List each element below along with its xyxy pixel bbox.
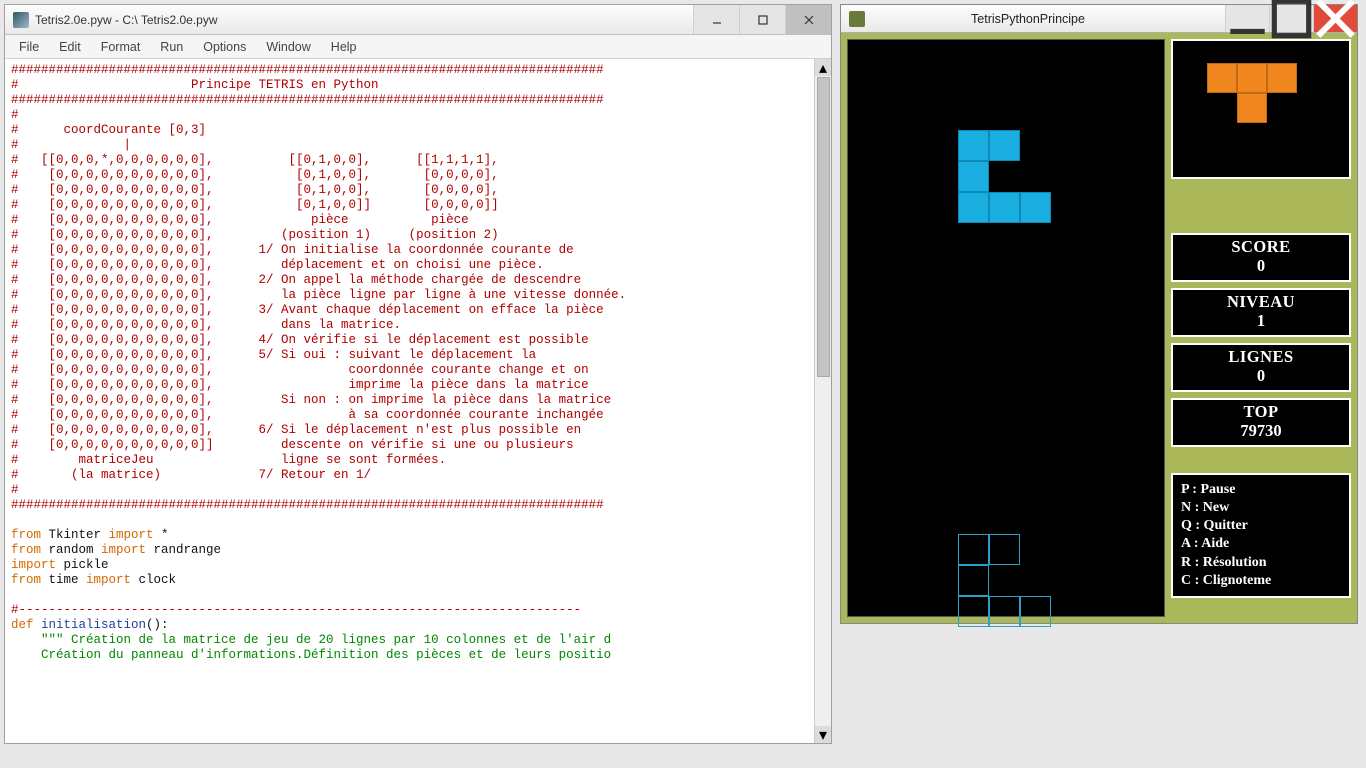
tetris-title: TetrisPythonPrincipe (871, 12, 1225, 26)
idle-editor-window: Tetris2.0e.pyw - C:\ Tetris2.0e.pyw File… (4, 4, 832, 744)
ghost-cell (958, 565, 989, 596)
menu-run[interactable]: Run (150, 37, 193, 57)
score-box: SCORE 0 (1171, 233, 1351, 282)
menu-file[interactable]: File (9, 37, 49, 57)
ghost-cell (989, 596, 1020, 627)
piece-cell (989, 130, 1020, 161)
score-label: SCORE (1173, 238, 1349, 257)
next-piece-cell (1237, 63, 1267, 93)
piece-cell (958, 161, 989, 192)
score-value: 0 (1173, 257, 1349, 276)
niveau-box: NIVEAU 1 (1171, 288, 1351, 337)
menu-edit[interactable]: Edit (49, 37, 91, 57)
top-label: TOP (1173, 403, 1349, 422)
tetris-maximize-button[interactable] (1269, 5, 1313, 32)
next-piece-cell (1237, 93, 1267, 123)
ghost-cell (958, 596, 989, 627)
window-controls (693, 5, 831, 34)
niveau-label: NIVEAU (1173, 293, 1349, 312)
next-piece-cell (1207, 63, 1237, 93)
scroll-down-arrow[interactable]: ▾ (815, 726, 831, 743)
next-piece-cell (1267, 63, 1297, 93)
tetris-window: TetrisPythonPrincipe SCORE 0 NIVEAU 1 LI… (840, 4, 1358, 624)
tk-icon (849, 11, 865, 27)
ghost-cell (958, 534, 989, 565)
piece-cell (989, 192, 1020, 223)
tetris-titlebar[interactable]: TetrisPythonPrincipe (841, 5, 1357, 33)
top-value: 79730 (1173, 422, 1349, 441)
lignes-label: LIGNES (1173, 348, 1349, 367)
menu-format[interactable]: Format (91, 37, 151, 57)
idle-titlebar[interactable]: Tetris2.0e.pyw - C:\ Tetris2.0e.pyw (5, 5, 831, 35)
piece-cell (1020, 192, 1051, 223)
maximize-button[interactable] (739, 5, 785, 34)
minimize-button[interactable] (693, 5, 739, 34)
ghost-cell (1020, 596, 1051, 627)
tetris-window-controls (1225, 5, 1357, 32)
idle-menubar: File Edit Format Run Options Window Help (5, 35, 831, 59)
niveau-value: 1 (1173, 312, 1349, 331)
tetris-minimize-button[interactable] (1225, 5, 1269, 32)
menu-help[interactable]: Help (321, 37, 367, 57)
menu-options[interactable]: Options (193, 37, 256, 57)
tetris-playfield[interactable] (847, 39, 1165, 617)
python-icon (13, 12, 29, 28)
piece-cell (958, 130, 989, 161)
help-box: P : Pause N : New Q : Quitter A : Aide R… (1171, 473, 1351, 598)
ghost-cell (989, 534, 1020, 565)
menu-window[interactable]: Window (256, 37, 320, 57)
tetris-sidebar: SCORE 0 NIVEAU 1 LIGNES 0 TOP 79730 P : … (1171, 39, 1351, 617)
piece-cell (958, 192, 989, 223)
scroll-up-arrow[interactable]: ▴ (815, 59, 831, 76)
lignes-value: 0 (1173, 367, 1349, 386)
lignes-box: LIGNES 0 (1171, 343, 1351, 392)
close-button[interactable] (785, 5, 831, 34)
vertical-scrollbar[interactable]: ▴ ▾ (814, 59, 831, 743)
editor-body: ########################################… (5, 59, 831, 743)
scroll-thumb[interactable] (817, 77, 830, 377)
next-piece-box (1171, 39, 1351, 179)
top-box: TOP 79730 (1171, 398, 1351, 447)
code-editor[interactable]: ########################################… (5, 59, 814, 743)
idle-title: Tetris2.0e.pyw - C:\ Tetris2.0e.pyw (35, 13, 693, 27)
tetris-body: SCORE 0 NIVEAU 1 LIGNES 0 TOP 79730 P : … (841, 33, 1357, 623)
tetris-close-button[interactable] (1313, 5, 1357, 32)
